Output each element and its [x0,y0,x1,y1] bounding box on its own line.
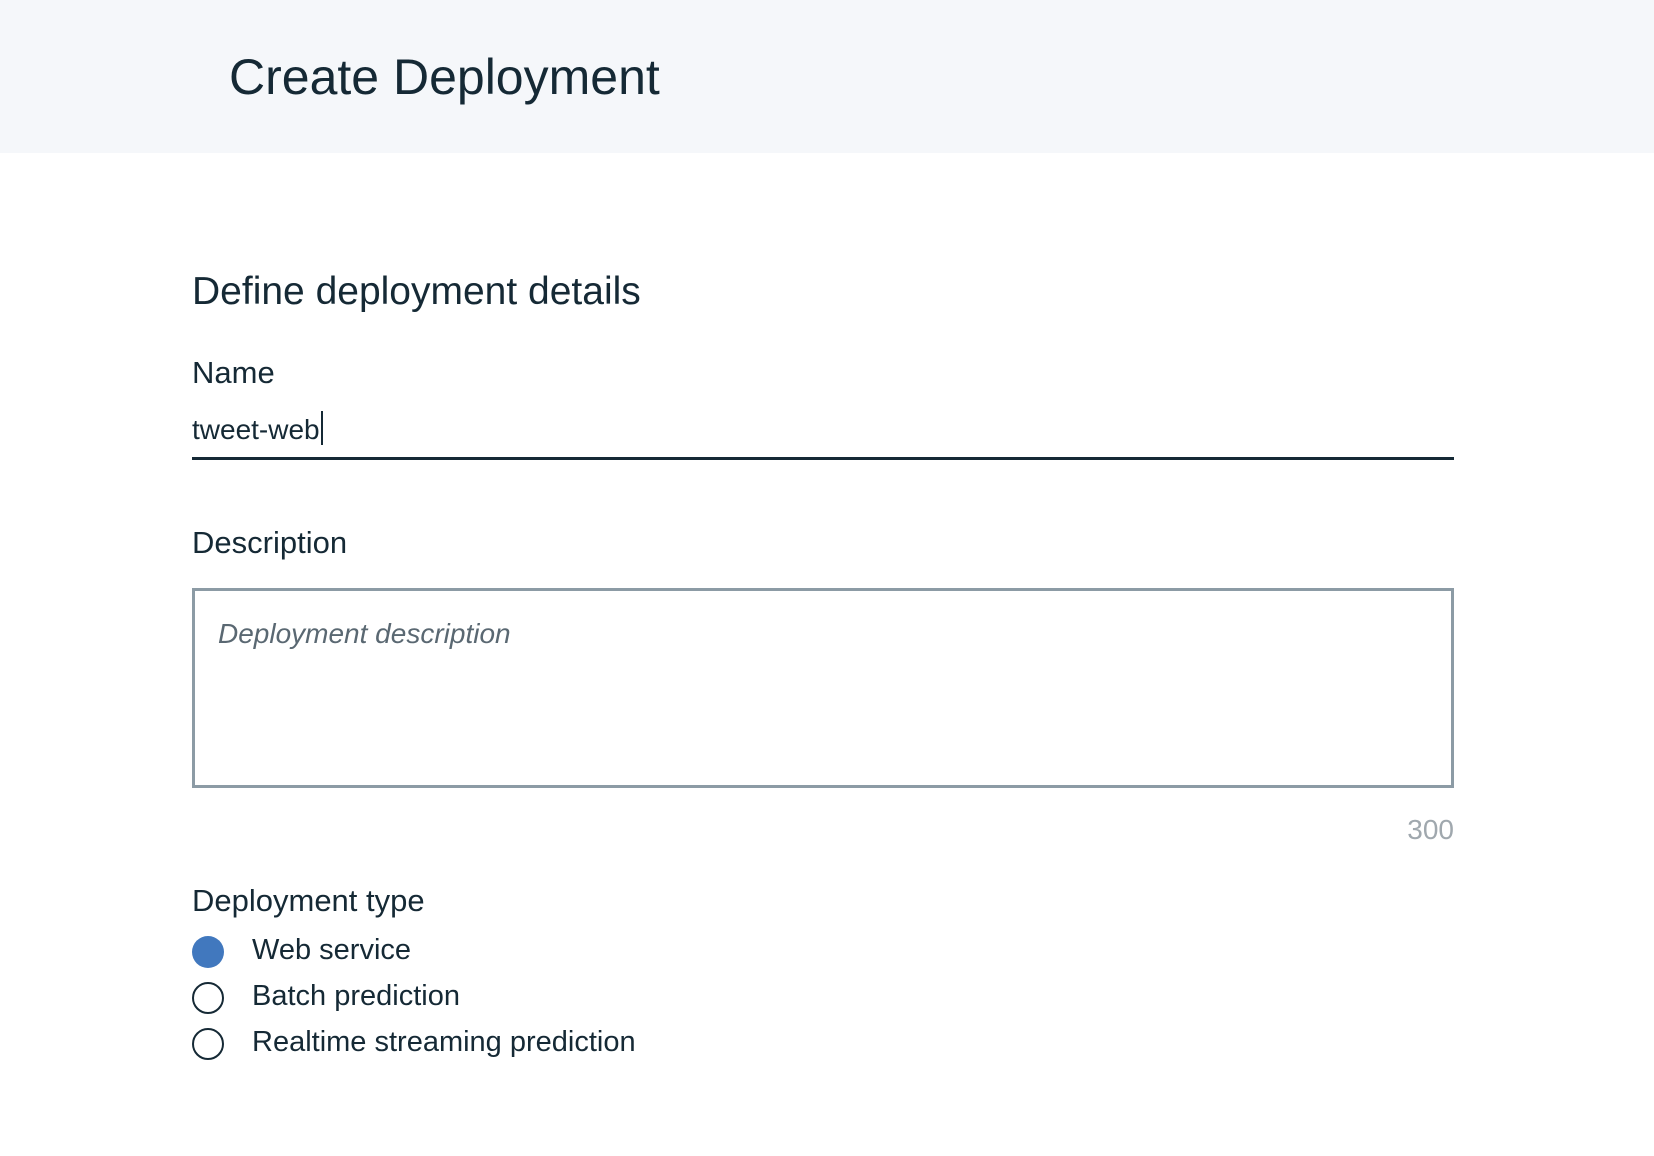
description-label: Description [192,525,348,560]
radio-web-service[interactable]: Web service [192,930,892,970]
section-title: Define deployment details [192,270,641,313]
description-placeholder: Deployment description [218,618,511,649]
name-value-text: tweet-web [192,414,320,445]
radio-unselected-icon[interactable] [192,1028,224,1060]
radio-label-batch-prediction: Batch prediction [252,980,460,1012]
name-input-value[interactable]: tweet-web [192,410,323,450]
radio-label-realtime-streaming: Realtime streaming prediction [252,1026,636,1058]
radio-unselected-icon[interactable] [192,982,224,1014]
radio-selected-icon[interactable] [192,936,224,968]
name-label: Name [192,355,275,390]
description-textarea[interactable]: Deployment description [192,588,1454,788]
radio-realtime-streaming[interactable]: Realtime streaming prediction [192,1022,892,1062]
deployment-type-label: Deployment type [192,883,425,918]
name-input[interactable] [192,408,1454,460]
character-counter: 300 [1407,814,1454,845]
radio-label-web-service: Web service [252,934,412,966]
text-caret [320,411,323,445]
radio-batch-prediction[interactable]: Batch prediction [192,976,892,1016]
deployment-form: Define deployment details Name tweet-web… [192,0,1454,1156]
